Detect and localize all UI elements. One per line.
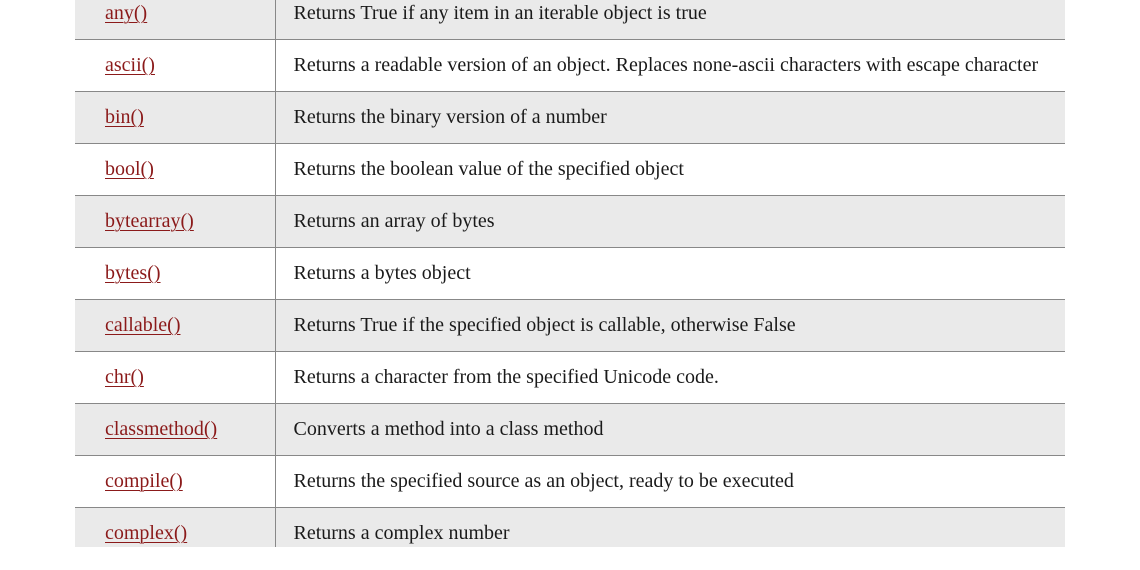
table-row: bool() Returns the boolean value of the … [75, 144, 1065, 196]
description-cell: Returns an array of bytes [275, 196, 1065, 248]
description-cell: Returns the specified source as an objec… [275, 456, 1065, 508]
function-link[interactable]: callable() [105, 314, 181, 336]
function-cell: any() [75, 0, 275, 40]
function-link[interactable]: classmethod() [105, 418, 217, 440]
description-cell: Returns the binary version of a number [275, 92, 1065, 144]
function-link[interactable]: any() [105, 2, 147, 24]
table-row: bin() Returns the binary version of a nu… [75, 92, 1065, 144]
function-cell: callable() [75, 300, 275, 352]
description-cell: Returns the boolean value of the specifi… [275, 144, 1065, 196]
description-cell: Returns a bytes object [275, 248, 1065, 300]
function-link[interactable]: bytes() [105, 262, 161, 284]
functions-table: any() Returns True if any item in an ite… [75, 0, 1065, 547]
table-row: any() Returns True if any item in an ite… [75, 0, 1065, 40]
table-row: classmethod() Converts a method into a c… [75, 404, 1065, 456]
function-link[interactable]: bin() [105, 106, 144, 128]
description-cell: Returns a character from the specified U… [275, 352, 1065, 404]
table-row: bytearray() Returns an array of bytes [75, 196, 1065, 248]
function-link[interactable]: compile() [105, 470, 183, 492]
description-cell: Returns True if any item in an iterable … [275, 0, 1065, 40]
description-cell: Returns a complex number [275, 508, 1065, 548]
function-link[interactable]: complex() [105, 522, 187, 544]
function-cell: bytearray() [75, 196, 275, 248]
function-cell: bytes() [75, 248, 275, 300]
function-cell: bool() [75, 144, 275, 196]
function-link[interactable]: bool() [105, 158, 154, 180]
description-cell: Returns True if the specified object is … [275, 300, 1065, 352]
table-row: complex() Returns a complex number [75, 508, 1065, 548]
table-row: compile() Returns the specified source a… [75, 456, 1065, 508]
table-row: callable() Returns True if the specified… [75, 300, 1065, 352]
function-link[interactable]: chr() [105, 366, 144, 388]
function-link[interactable]: bytearray() [105, 210, 194, 232]
description-cell: Converts a method into a class method [275, 404, 1065, 456]
function-cell: complex() [75, 508, 275, 548]
function-cell: ascii() [75, 40, 275, 92]
table-row: chr() Returns a character from the speci… [75, 352, 1065, 404]
table-row: ascii() Returns a readable version of an… [75, 40, 1065, 92]
description-cell: Returns a readable version of an object.… [275, 40, 1065, 92]
function-cell: classmethod() [75, 404, 275, 456]
function-cell: compile() [75, 456, 275, 508]
functions-table-container: any() Returns True if any item in an ite… [0, 0, 1140, 547]
table-row: bytes() Returns a bytes object [75, 248, 1065, 300]
function-cell: chr() [75, 352, 275, 404]
function-link[interactable]: ascii() [105, 54, 155, 76]
function-cell: bin() [75, 92, 275, 144]
